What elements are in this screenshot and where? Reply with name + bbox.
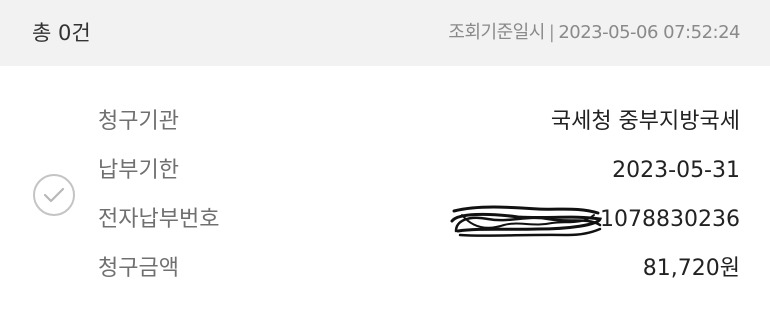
payment-number-value: 1078830236 — [600, 207, 740, 232]
bill-row-amount: 청구금액 81,720원 — [98, 251, 740, 287]
query-time: 조회기준일시 | 2023-05-06 07:52:24 — [448, 0, 740, 66]
checkmark-icon — [43, 187, 65, 203]
due-date-label: 납부기한 — [98, 158, 179, 183]
agency-label: 청구기관 — [98, 109, 179, 134]
bill-row-payment-number: 전자납부번호 1078830236 — [98, 202, 740, 238]
list-header: 총 0건 조회기준일시 | 2023-05-06 07:52:24 — [0, 0, 770, 66]
agency-value: 국세청 중부지방국세 — [550, 109, 740, 134]
bill-row-due-date: 납부기한 2023-05-31 — [98, 153, 740, 189]
check-circle-icon[interactable] — [33, 174, 75, 216]
bill-row-agency: 청구기관 국세청 중부지방국세 — [98, 104, 740, 140]
total-count: 총 0건 — [32, 21, 91, 45]
amount-value: 81,720원 — [642, 256, 740, 281]
redaction-scribble — [450, 205, 602, 237]
amount-label: 청구금액 — [98, 256, 179, 281]
divider: | — [548, 22, 555, 43]
due-date-value: 2023-05-31 — [612, 158, 740, 183]
payment-number-label: 전자납부번호 — [98, 207, 220, 232]
query-time-label: 조회기준일시 — [448, 22, 545, 43]
query-time-value: 2023-05-06 07:52:24 — [558, 22, 740, 43]
